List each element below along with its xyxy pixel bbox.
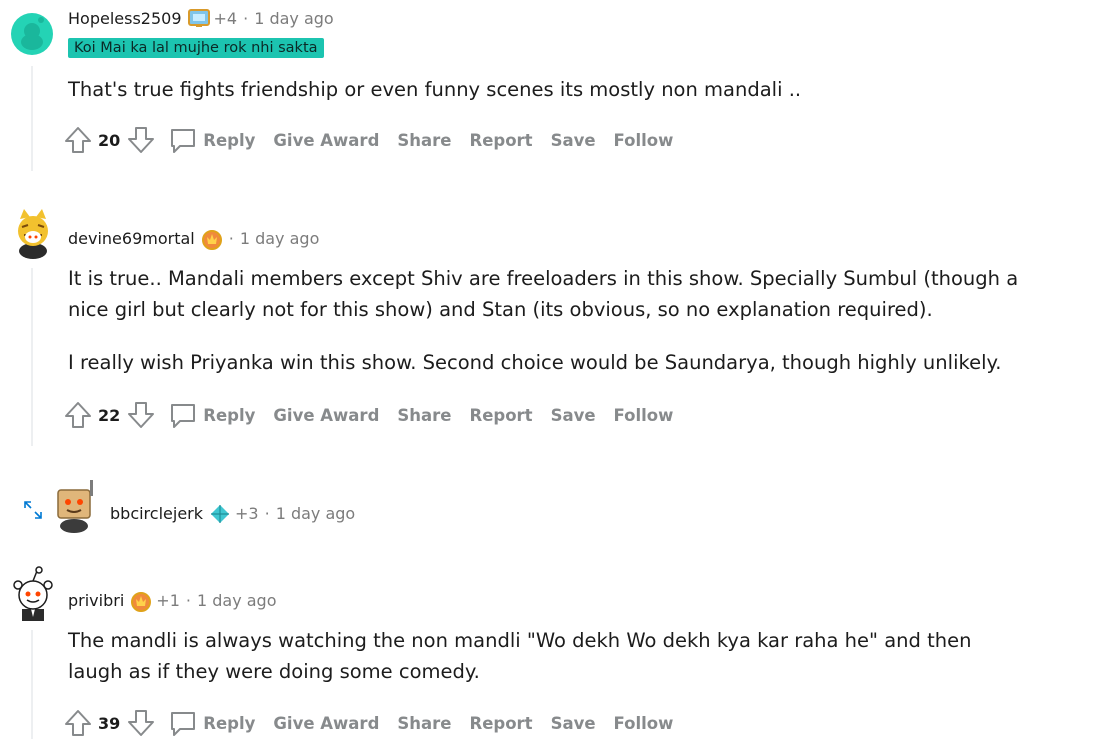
username[interactable]: privibri bbox=[68, 591, 124, 610]
report-button[interactable]: Report bbox=[469, 714, 532, 733]
extra-awards-count: +3 bbox=[235, 503, 259, 523]
thread-line[interactable] bbox=[31, 66, 33, 171]
award-icon[interactable] bbox=[130, 590, 152, 612]
timestamp[interactable]: 1 day ago bbox=[197, 591, 277, 610]
comment-meta: privibri +1 · 1 day ago bbox=[68, 590, 277, 612]
vote-score: 39 bbox=[98, 713, 121, 733]
report-button[interactable]: Report bbox=[469, 406, 532, 425]
username[interactable]: Hopeless2509 bbox=[68, 9, 182, 28]
vote-score: 22 bbox=[98, 405, 121, 425]
share-button[interactable]: Share bbox=[397, 131, 451, 150]
downvote-button[interactable] bbox=[125, 707, 157, 739]
comment-paragraph: nice girl but clearly not for this show)… bbox=[68, 298, 933, 321]
award-icon[interactable] bbox=[209, 503, 229, 523]
comment-body: The mandli is always watching the non ma… bbox=[68, 625, 1048, 687]
upvote-button[interactable] bbox=[62, 707, 94, 739]
comment-paragraph: laugh as if they were doing some comedy. bbox=[68, 660, 480, 683]
user-flair: Koi Mai ka lal mujhe rok nhi sakta bbox=[68, 38, 324, 58]
comment-paragraph: That's true fights friendship or even fu… bbox=[68, 78, 802, 101]
comment-actions: 39 Reply Give Award Share Report Save Fo… bbox=[62, 705, 691, 741]
separator: · bbox=[185, 590, 191, 610]
upvote-button[interactable] bbox=[62, 124, 94, 156]
comment-bubble-icon[interactable] bbox=[167, 399, 199, 431]
vote-score: 20 bbox=[98, 130, 121, 150]
award-icon[interactable] bbox=[201, 228, 222, 250]
comment-actions: 20 Reply Give Award Share Report Save Fo… bbox=[62, 122, 691, 158]
comment-paragraph: The mandli is always watching the non ma… bbox=[68, 629, 972, 652]
comment-body: That's true fights friendship or even fu… bbox=[68, 74, 1048, 105]
save-button[interactable]: Save bbox=[551, 714, 596, 733]
follow-button[interactable]: Follow bbox=[614, 406, 674, 425]
comment-meta: Hopeless2509 +4 · 1 day ago bbox=[68, 8, 334, 28]
award-icon[interactable] bbox=[187, 8, 210, 28]
expand-icon[interactable] bbox=[22, 499, 44, 521]
separator: · bbox=[264, 503, 270, 523]
save-button[interactable]: Save bbox=[551, 131, 596, 150]
avatar[interactable] bbox=[10, 565, 56, 621]
reply-button[interactable]: Reply bbox=[203, 714, 255, 733]
comment-paragraph: I really wish Priyanka win this show. Se… bbox=[68, 351, 1002, 374]
follow-button[interactable]: Follow bbox=[614, 714, 674, 733]
avatar[interactable] bbox=[50, 478, 98, 534]
follow-button[interactable]: Follow bbox=[614, 131, 674, 150]
comment-actions: 22 Reply Give Award Share Report Save Fo… bbox=[62, 397, 691, 433]
avatar[interactable] bbox=[10, 205, 56, 259]
timestamp[interactable]: 1 day ago bbox=[254, 9, 334, 28]
username[interactable]: devine69mortal bbox=[68, 229, 195, 248]
comment-paragraph: It is true.. Mandali members except Shiv… bbox=[68, 267, 1019, 290]
save-button[interactable]: Save bbox=[551, 406, 596, 425]
downvote-button[interactable] bbox=[125, 399, 157, 431]
comment-bubble-icon[interactable] bbox=[167, 124, 199, 156]
give-award-button[interactable]: Give Award bbox=[273, 714, 379, 733]
comment-bubble-icon[interactable] bbox=[167, 707, 199, 739]
share-button[interactable]: Share bbox=[397, 406, 451, 425]
separator: · bbox=[228, 228, 234, 248]
report-button[interactable]: Report bbox=[469, 131, 532, 150]
comment-body: It is true.. Mandali members except Shiv… bbox=[68, 263, 1048, 378]
comment-meta: devine69mortal · 1 day ago bbox=[68, 228, 320, 250]
reply-button[interactable]: Reply bbox=[203, 131, 255, 150]
timestamp[interactable]: 1 day ago bbox=[276, 504, 356, 523]
comment-meta: bbcirclejerk +3 · 1 day ago bbox=[110, 503, 355, 523]
timestamp[interactable]: 1 day ago bbox=[240, 229, 320, 248]
give-award-button[interactable]: Give Award bbox=[273, 131, 379, 150]
thread-line[interactable] bbox=[31, 268, 33, 446]
extra-awards-count: +1 bbox=[156, 590, 180, 610]
reply-button[interactable]: Reply bbox=[203, 406, 255, 425]
avatar[interactable] bbox=[10, 12, 54, 56]
extra-awards-count: +4 bbox=[213, 8, 238, 28]
share-button[interactable]: Share bbox=[397, 714, 451, 733]
downvote-button[interactable] bbox=[125, 124, 157, 156]
upvote-button[interactable] bbox=[62, 399, 94, 431]
separator: · bbox=[243, 8, 249, 28]
thread-line[interactable] bbox=[31, 630, 33, 739]
give-award-button[interactable]: Give Award bbox=[273, 406, 379, 425]
username[interactable]: bbcirclejerk bbox=[110, 504, 203, 523]
